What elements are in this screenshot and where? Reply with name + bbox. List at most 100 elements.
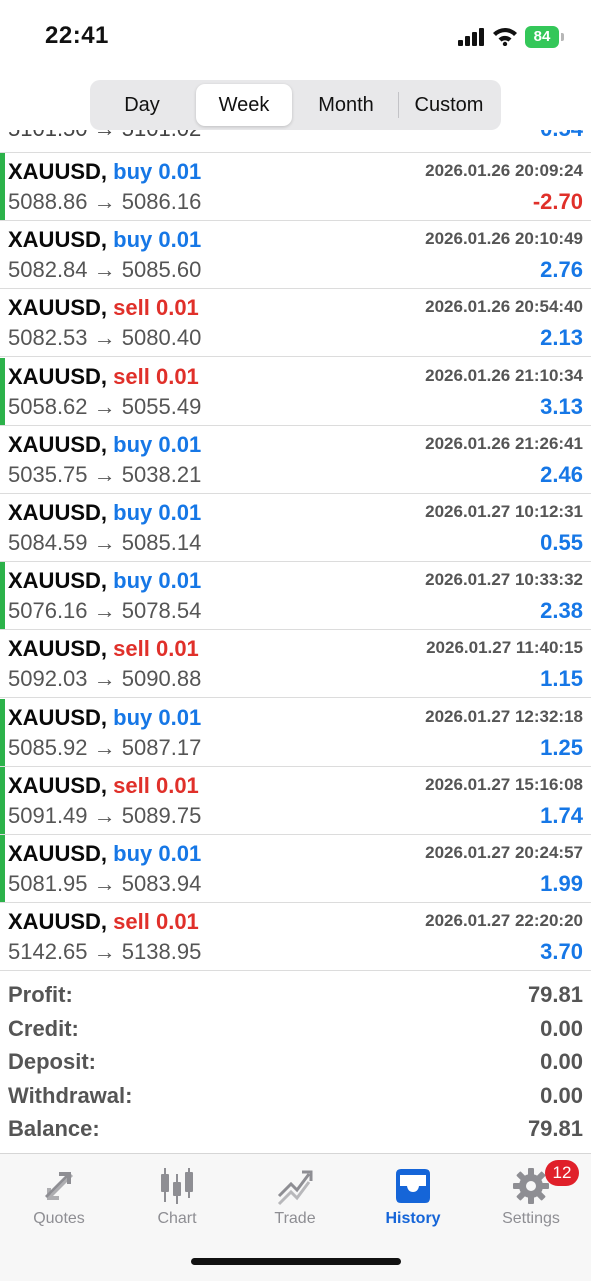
tab-chart[interactable]: Chart (118, 1162, 236, 1232)
trade-symbol: XAUUSD, buy 0.01 (8, 841, 201, 867)
battery-cap (561, 33, 564, 41)
partial-trade-row[interactable]: 5101.50 → 5101.02 0.54 (0, 130, 591, 153)
battery-level: 84 (525, 26, 559, 48)
trade-close-price: 5089.75 (121, 803, 202, 828)
trade-history-list[interactable]: 5101.50 → 5101.02 0.54 XAUUSD, buy 0.01 2… (0, 130, 591, 972)
trade-close-price: 5038.21 (121, 462, 202, 487)
trade-close-price: 5085.14 (121, 530, 202, 555)
status-bar: 22:41 84 (0, 0, 591, 76)
trade-trend-icon (277, 1170, 313, 1206)
trade-volume: 0.01 (155, 364, 199, 389)
candlestick-chart-icon (161, 1168, 193, 1204)
summary-credit-value: 0.00 (540, 1015, 583, 1041)
trade-prices: 5084.59 → 5085.14 (8, 530, 201, 556)
summary-balance-value: 79.81 (527, 1116, 583, 1141)
trade-open-price: 5058.62 (8, 394, 88, 419)
arrow-right-icon: → (93, 803, 116, 828)
trade-symbol: XAUUSD, sell 0.01 (8, 295, 199, 321)
summary-credit-row: Credit: 0.00 (0, 1016, 591, 1050)
trade-symbol: XAUUSD, buy 0.01 (8, 705, 201, 731)
tab-history-label: History (385, 1210, 441, 1227)
trade-symbol-text: XAUUSD, (8, 636, 108, 661)
trade-symbol-text: XAUUSD, (8, 364, 108, 389)
trade-side: buy (113, 568, 153, 593)
trade-datetime: 2026.01.26 20:09:24 (425, 161, 583, 180)
trade-close-price: 5090.88 (121, 666, 202, 691)
tab-quotes[interactable]: Quotes (0, 1162, 118, 1232)
trade-row[interactable]: XAUUSD, buy 0.01 2026.01.27 10:33:32 5076.… (0, 562, 591, 630)
trade-row-marker (0, 835, 5, 902)
tab-trade[interactable]: Trade (236, 1162, 354, 1232)
trade-datetime: 2026.01.27 10:33:32 (425, 570, 583, 589)
trade-symbol: XAUUSD, buy 0.01 (8, 159, 201, 185)
trade-close-price: 5085.60 (121, 257, 202, 282)
home-indicator[interactable] (191, 1258, 401, 1265)
segment-day[interactable]: Day (94, 84, 190, 126)
trade-symbol-text: XAUUSD, (8, 705, 108, 730)
trade-volume: 0.01 (155, 909, 199, 934)
trade-row[interactable]: XAUUSD, buy 0.01 2026.01.27 20:24:57 5081.… (0, 835, 591, 903)
trade-prices: 5081.95 → 5083.94 (8, 871, 201, 897)
trade-row[interactable]: XAUUSD, sell 0.01 2026.01.27 22:20:20 5142… (0, 903, 591, 971)
trade-row[interactable]: XAUUSD, sell 0.01 2026.01.27 15:16:08 5091… (0, 767, 591, 835)
summary-withdrawal-label: Withdrawal: (8, 1082, 133, 1108)
trade-profit: -2.70 (532, 189, 583, 214)
trade-close-price: 5138.95 (121, 939, 202, 964)
trade-row[interactable]: XAUUSD, buy 0.01 2026.01.26 20:09:24 5088.… (0, 153, 591, 221)
segment-month[interactable]: Month (296, 84, 396, 126)
trade-row[interactable]: XAUUSD, sell 0.01 2026.01.26 21:10:34 5058… (0, 358, 591, 426)
trade-prices: 5076.16 → 5078.54 (8, 598, 201, 624)
trade-row[interactable]: XAUUSD, buy 0.01 2026.01.26 21:26:41 5035.… (0, 426, 591, 494)
trade-open-price: 5076.16 (8, 598, 88, 623)
trade-side: buy (113, 841, 153, 866)
trade-prices: 5142.65 → 5138.95 (8, 939, 201, 965)
trade-prices: 5035.75 → 5038.21 (8, 462, 201, 488)
trade-volume: 0.01 (158, 568, 202, 593)
tab-settings-label: Settings (502, 1210, 560, 1227)
trade-symbol: XAUUSD, sell 0.01 (8, 364, 199, 390)
trade-datetime: 2026.01.27 15:16:08 (425, 775, 583, 794)
trade-side: sell (113, 909, 150, 934)
trade-symbol-text: XAUUSD, (8, 841, 108, 866)
trade-side: sell (113, 636, 150, 661)
tab-history[interactable]: History (354, 1162, 472, 1232)
trade-symbol: XAUUSD, buy 0.01 (8, 432, 201, 458)
arrow-right-icon: → (93, 598, 116, 623)
trade-volume: 0.01 (155, 773, 199, 798)
trade-open-price: 5084.59 (8, 530, 88, 555)
trade-symbol: XAUUSD, sell 0.01 (8, 636, 199, 662)
trade-side: buy (113, 159, 153, 184)
trade-symbol: XAUUSD, sell 0.01 (8, 773, 199, 799)
trade-prices: 5088.86 → 5086.16 (8, 189, 201, 215)
trade-symbol: XAUUSD, buy 0.01 (8, 568, 201, 594)
trade-profit: 3.70 (540, 939, 583, 964)
trade-profit: 1.99 (540, 871, 583, 896)
summary-withdrawal-value: 0.00 (540, 1082, 583, 1108)
summary-deposit-row: Deposit: 0.00 (0, 1049, 591, 1083)
segment-week[interactable]: Week (196, 84, 292, 126)
trade-open-price: 5088.86 (8, 189, 88, 214)
trade-close-price: 5083.94 (121, 871, 202, 896)
trade-datetime: 2026.01.26 20:10:49 (425, 229, 583, 248)
trade-prices: 5082.84 → 5085.60 (8, 257, 201, 283)
trade-volume: 0.01 (155, 636, 199, 661)
trade-symbol-text: XAUUSD, (8, 227, 108, 252)
trade-row[interactable]: XAUUSD, buy 0.01 2026.01.27 12:32:18 5085.… (0, 699, 591, 767)
trade-row[interactable]: XAUUSD, buy 0.01 2026.01.27 10:12:31 5084.… (0, 494, 591, 562)
trade-row[interactable]: XAUUSD, buy 0.01 2026.01.26 20:10:49 5082.… (0, 221, 591, 289)
trade-prices: 5092.03 → 5090.88 (8, 666, 201, 692)
trade-profit: 0.55 (540, 530, 583, 555)
summary-profit-label: Profit: (8, 982, 73, 1007)
inbox-tray-icon (396, 1169, 430, 1203)
trade-side: sell (113, 773, 150, 798)
trade-row[interactable]: XAUUSD, sell 0.01 2026.01.27 11:40:15 5092… (0, 630, 591, 698)
partial-row-prices: 5101.50 → 5101.02 (8, 130, 201, 142)
arrow-right-icon: → (93, 530, 116, 555)
segment-custom[interactable]: Custom (401, 84, 497, 126)
trade-row[interactable]: XAUUSD, sell 0.01 2026.01.26 20:54:40 5082… (0, 289, 591, 357)
trade-side: buy (113, 227, 153, 252)
status-time: 22:41 (45, 22, 109, 49)
trade-open-price: 5082.53 (8, 325, 88, 350)
trade-open-price: 5142.65 (8, 939, 88, 964)
arrow-right-icon: → (93, 462, 116, 487)
